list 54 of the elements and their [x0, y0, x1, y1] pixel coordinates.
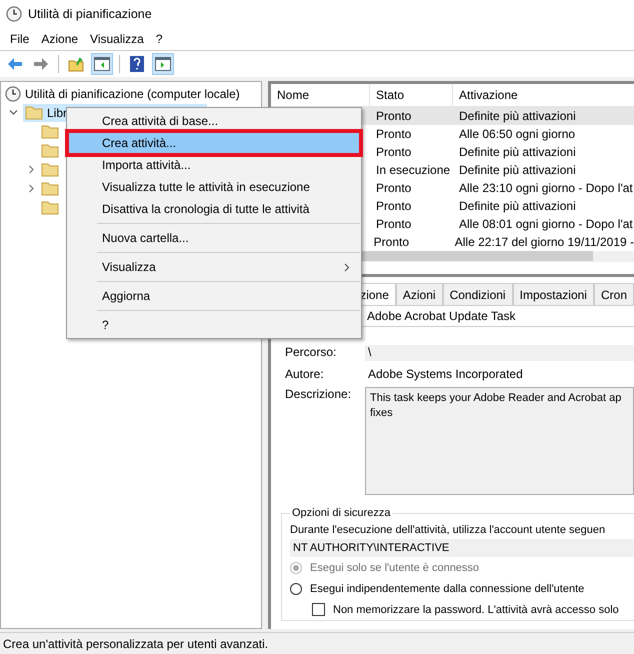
group-title: Opzioni di sicurezza: [291, 507, 392, 519]
forward-arrow-icon[interactable]: [33, 57, 49, 71]
menu-item[interactable]: ?: [150, 32, 169, 46]
option-label: Non memorizzare la password. L'attività avrà accesso solo: [333, 604, 619, 616]
menu-item[interactable]: File: [4, 32, 36, 46]
account-prompt: Durante l'esecuzione dell'attività, utilizza l'account utente seguen: [290, 523, 606, 538]
folder-icon: [41, 124, 59, 139]
folder-icon: [41, 143, 59, 158]
app-clock-icon: [6, 6, 22, 22]
column-header[interactable]: Stato: [370, 84, 453, 106]
menu-item[interactable]: Visualizza tutte le attività in esecuzione: [68, 176, 360, 198]
option-label: Esegui indipendentemente dalla connessione dell'utente: [310, 582, 584, 594]
menu-item[interactable]: Nuova cartella...: [68, 227, 360, 249]
folder-icon: [41, 200, 59, 215]
column-header[interactable]: Attivazione: [453, 84, 634, 106]
chevron-right-icon[interactable]: [26, 165, 36, 174]
task-name-value: Adobe Acrobat Update Task: [367, 309, 516, 323]
menu-item[interactable]: Importa attività...: [68, 154, 360, 176]
column-header[interactable]: Nome: [271, 84, 370, 106]
tree-item[interactable]: Utilità di pianificazione (computer locale): [25, 86, 240, 100]
path-field: \: [365, 345, 634, 361]
tab[interactable]: Condizioni: [442, 283, 513, 305]
option-label: Esegui solo se l'utente è connesso: [310, 562, 480, 574]
menu-item[interactable]: Disattiva la cronologia di tutte le attività: [68, 198, 360, 220]
chevron-right-icon[interactable]: [26, 184, 36, 193]
folder-clock-icon: [25, 105, 43, 120]
folder-icon: [41, 181, 59, 196]
tab[interactable]: Azioni: [396, 283, 443, 305]
action-pane-button[interactable]: [152, 53, 174, 75]
author-value: Adobe Systems Incorporated: [367, 367, 524, 381]
menu-item[interactable]: Visualizza: [68, 256, 360, 278]
chevron-right-icon: [344, 262, 350, 272]
checkbox[interactable]: [312, 603, 325, 616]
menu-item[interactable]: Azione: [35, 32, 84, 46]
account-field: NT AUTHORITY\INTERACTIVE: [290, 539, 634, 557]
folder-icon: [41, 162, 59, 177]
menu-item[interactable]: Aggiorna: [68, 285, 360, 307]
tab[interactable]: Impostazioni: [512, 283, 594, 305]
back-arrow-icon[interactable]: [7, 57, 23, 71]
description-field[interactable]: This task keeps your Adobe Reader and Acrobat ap fixes: [365, 387, 634, 495]
tab[interactable]: Cron: [594, 283, 634, 305]
folder-arrow-icon[interactable]: [68, 56, 84, 72]
field-label: Percorso:: [285, 345, 338, 361]
window-title: Utilità di pianificazione: [28, 7, 152, 21]
help-icon[interactable]: [130, 56, 144, 72]
menu-item[interactable]: Crea attività...: [68, 132, 360, 154]
menu-item[interactable]: ?: [68, 314, 360, 336]
field-label: Descrizione:: [285, 387, 352, 403]
clock-icon: [5, 86, 21, 102]
chevron-icon[interactable]: [8, 108, 18, 117]
field-label: Autore:: [285, 367, 325, 381]
menu-item[interactable]: Visualizza: [84, 32, 150, 46]
radio-button[interactable]: [290, 582, 302, 594]
pane-toggle-button[interactable]: [91, 53, 113, 75]
